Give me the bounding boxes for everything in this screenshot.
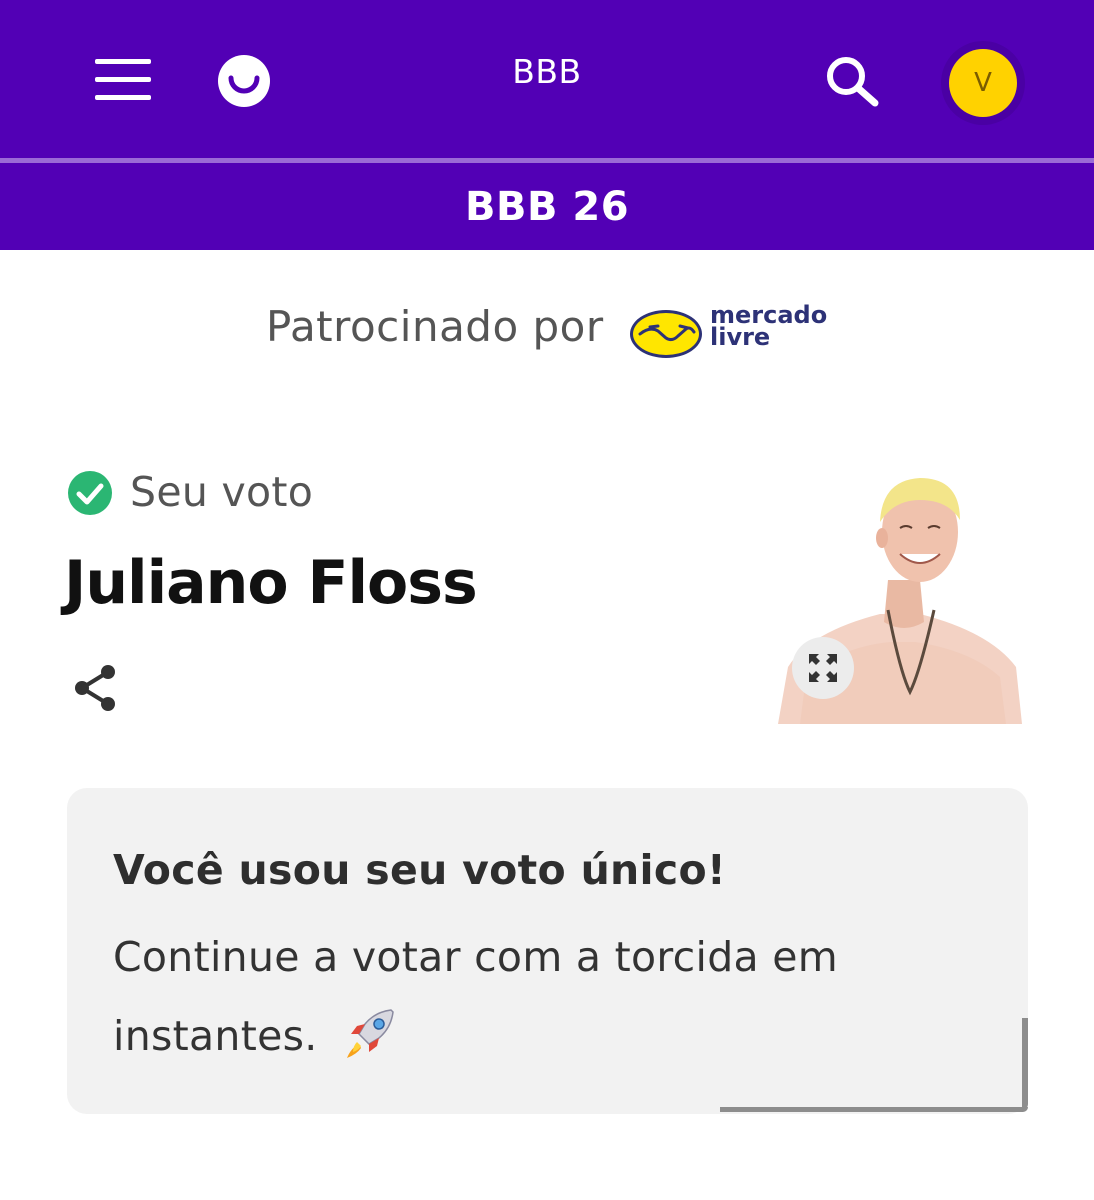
globo-smile-icon xyxy=(228,75,260,94)
vote-confirmation-body: Continue a votar com a torcida em instan… xyxy=(113,918,873,1076)
share-button[interactable] xyxy=(72,662,122,714)
search-button[interactable] xyxy=(822,52,884,110)
mercado-livre-wordmark: mercado livre xyxy=(710,303,827,351)
vote-confirmation-text: Continue a votar com a torcida em instan… xyxy=(113,933,839,1060)
menu-icon-line-top xyxy=(95,59,151,64)
menu-button[interactable] xyxy=(92,55,154,105)
card-edge-right xyxy=(1022,1018,1028,1110)
handshake-logo-icon xyxy=(630,310,702,358)
section-bar: BBB 26 xyxy=(0,163,1094,250)
section-title: BBB 26 xyxy=(464,183,630,230)
vote-status-label: Seu voto xyxy=(130,468,314,516)
expand-icon xyxy=(809,654,837,682)
mercado-livre-line2: livre xyxy=(710,323,771,351)
header-title: BBB xyxy=(512,52,582,91)
search-icon xyxy=(827,57,879,107)
vote-confirmation-title: Você usou seu voto único! xyxy=(113,846,726,894)
sponsor-label: Patrocinado por xyxy=(266,302,604,351)
avatar-initial: V xyxy=(974,68,992,98)
share-icon xyxy=(75,665,115,711)
menu-icon-line-bottom xyxy=(95,95,151,100)
mercado-livre-logo[interactable]: mercado livre xyxy=(628,296,828,362)
card-edge-bottom xyxy=(720,1107,1028,1112)
expand-photo-button[interactable] xyxy=(792,637,854,699)
menu-icon-line-middle xyxy=(95,77,151,82)
sponsor-row: Patrocinado por mercado livre xyxy=(0,290,1094,370)
check-circle-icon xyxy=(68,471,112,515)
candidate-name: Juliano Floss xyxy=(64,548,478,618)
user-avatar[interactable]: V xyxy=(949,49,1017,117)
rocket-icon xyxy=(346,1009,394,1058)
globo-logo-icon[interactable] xyxy=(218,55,270,107)
